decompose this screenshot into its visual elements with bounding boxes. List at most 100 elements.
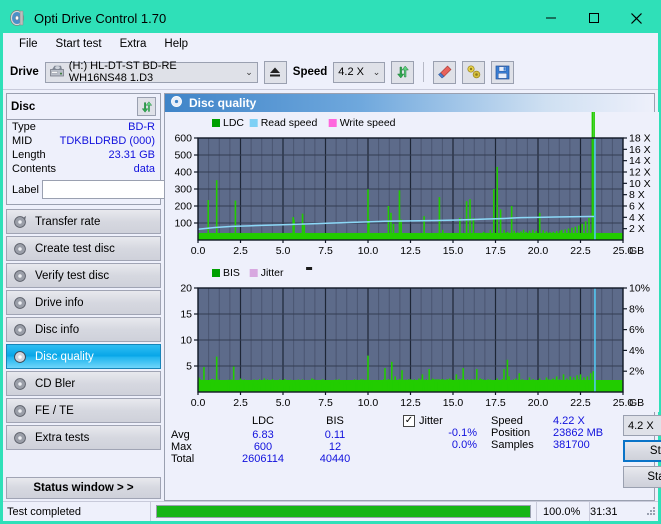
toolbar: Drive (H:) HL-DT-ST BD-RE WH16NS48 1.D3 … — [3, 55, 658, 90]
chevron-down-icon: ⌄ — [372, 66, 381, 77]
ldc-chart: LDC Read speed Write speed 100 200 300 400 500 6… — [165, 112, 659, 260]
jitter-checkbox[interactable]: ✓ — [403, 415, 415, 427]
sidebar-item-cd-bler[interactable]: CD Bler — [6, 371, 161, 396]
test-speed-select[interactable]: 4.2 X ⌄ — [623, 415, 661, 436]
run-stat-samples: Samples 381700 — [491, 439, 623, 451]
jitter-value-2: 0.0% — [451, 439, 477, 451]
disc-row-key: Type — [12, 121, 36, 133]
sidebar-item-drive-info[interactable]: Drive info — [6, 290, 161, 315]
sidebar-item-transfer-rate[interactable]: Transfer rate — [6, 209, 161, 234]
sidebar-item-fe-te[interactable]: FE / TE — [6, 398, 161, 423]
svg-text:14 X: 14 X — [629, 155, 651, 167]
menu-extra[interactable]: Extra — [112, 35, 155, 53]
drive-value: (H:) HL-DT-ST BD-RE WH16NS48 1.D3 — [68, 60, 177, 84]
tools-button[interactable] — [462, 60, 486, 84]
disc-icon — [13, 404, 27, 418]
status-bar: Test completed 100.0% 31:31 — [3, 501, 658, 521]
svg-text:200: 200 — [174, 201, 192, 213]
disc-row-length: Length 23.31 GB — [7, 148, 160, 162]
svg-text:8 X: 8 X — [629, 189, 645, 201]
disc-info-panel: Disc Type BD-R MID TDKBLDRBD (000) Lengt… — [6, 93, 212, 205]
content-title: Disc quality — [189, 96, 257, 110]
start-full-button[interactable]: Start full — [623, 440, 661, 462]
progress-bar — [151, 502, 536, 521]
svg-text:12.5: 12.5 — [400, 245, 421, 257]
maximize-button[interactable] — [572, 3, 615, 33]
stats-row-label-max: Max — [171, 441, 192, 453]
disc-panel-title: Disc — [11, 100, 36, 113]
run-stats: Speed 4.22 X Position 23862 MB Samples 3… — [491, 415, 623, 496]
disc-row-value: BD-R — [128, 121, 155, 133]
refresh-button[interactable] — [391, 60, 415, 84]
sidebar-nav: Transfer rate Create test disc Verify te… — [6, 209, 161, 450]
sidebar-item-extra-tests[interactable]: Extra tests — [6, 425, 161, 450]
stats-total-bis: 40440 — [319, 453, 351, 465]
close-button[interactable] — [615, 3, 658, 33]
svg-text:GB: GB — [629, 245, 644, 257]
jitter-label: Jitter — [419, 415, 443, 427]
error-stats-table: LDC BIS Avg 6.83 0.11 Max 600 12 Total 2… — [171, 415, 403, 496]
menu-help[interactable]: Help — [156, 35, 196, 53]
position-stat-value: 23862 MB — [553, 427, 604, 439]
disc-row-key: Contents — [12, 163, 57, 175]
disc-icon — [13, 242, 27, 256]
disc-icon — [13, 431, 27, 445]
sidebar-item-label: Drive info — [35, 296, 84, 309]
sidebar-item-label: FE / TE — [35, 404, 74, 417]
test-speed-value: 4.2 X — [628, 419, 654, 432]
svg-text:10 X: 10 X — [629, 178, 651, 190]
minimize-button[interactable] — [529, 3, 572, 33]
content-panel: Disc quality LDC Read speed Write speed 100… — [164, 93, 661, 501]
erase-button[interactable] — [433, 60, 457, 84]
menu-start-test[interactable]: Start test — [48, 35, 110, 53]
disc-row-key: MID — [12, 135, 33, 147]
svg-text:GB: GB — [629, 397, 644, 409]
sidebar-item-disc-quality[interactable]: Disc quality — [6, 344, 161, 369]
bis-jitter-chart: BIS Jitter 5 10 15 20 2% 4% 6% 8% 10% 0.0 2.5 5.0 7.5 1… — [165, 260, 659, 412]
svg-text:0.0: 0.0 — [191, 245, 206, 257]
start-part-button[interactable]: Start part — [623, 466, 661, 488]
svg-text:18 X: 18 X — [629, 133, 651, 145]
progress-percent: 100.0% — [536, 502, 590, 521]
stats-max-bis: 12 — [328, 441, 342, 453]
stats-row-label-avg: Avg — [171, 429, 190, 441]
svg-text:20.0: 20.0 — [528, 245, 549, 257]
svg-text:2.5: 2.5 — [233, 245, 248, 257]
svg-text:15: 15 — [180, 309, 192, 321]
stats-row-label-total: Total — [171, 453, 195, 465]
resize-grip[interactable] — [644, 502, 658, 521]
status-window-button[interactable]: Status window > > — [6, 477, 161, 499]
main-body: Disc Type BD-R MID TDKBLDRBD (000) Lengt… — [3, 90, 661, 501]
svg-text:17.5: 17.5 — [485, 245, 506, 257]
svg-text:10: 10 — [180, 335, 192, 347]
eject-button[interactable] — [263, 60, 287, 84]
disc-panel-header: Disc — [7, 94, 160, 120]
samples-stat-label: Samples — [491, 439, 534, 451]
content-header: Disc quality — [165, 94, 654, 112]
drive-select[interactable]: (H:) HL-DT-ST BD-RE WH16NS48 1.D3 ⌄ — [44, 60, 258, 84]
svg-text:5.0: 5.0 — [276, 245, 291, 257]
speed-select[interactable]: 4.2 X ⌄ — [333, 61, 386, 83]
svg-text:17.5: 17.5 — [485, 397, 506, 409]
svg-text:20: 20 — [180, 283, 192, 295]
sidebar-item-create-test-disc[interactable]: Create test disc — [6, 236, 161, 261]
save-button[interactable] — [491, 60, 515, 84]
run-stat-speed: Speed 4.22 X — [491, 415, 623, 427]
stats-avg-ldc: 6.83 — [252, 429, 274, 441]
window-title: Opti Drive Control 1.70 — [34, 10, 167, 26]
sidebar-item-verify-test-disc[interactable]: Verify test disc — [6, 263, 161, 288]
svg-text:7.5: 7.5 — [318, 397, 333, 409]
jitter-toggle-row: ✓ Jitter — [403, 415, 491, 427]
sidebar-item-label: CD Bler — [35, 377, 76, 390]
svg-text:2%: 2% — [629, 366, 644, 378]
disc-row-type: Type BD-R — [7, 120, 160, 134]
disc-row-value: TDKBLDRBD (000) — [59, 135, 155, 147]
disc-icon — [13, 215, 27, 229]
svg-text:BIS: BIS — [223, 267, 240, 279]
disc-quality-icon — [170, 95, 183, 111]
svg-text:12 X: 12 X — [629, 167, 651, 179]
menu-file[interactable]: File — [11, 35, 46, 53]
disc-refresh-button[interactable] — [137, 97, 156, 116]
speed-stat-value: 4.22 X — [553, 415, 585, 427]
sidebar-item-disc-info[interactable]: Disc info — [6, 317, 161, 342]
